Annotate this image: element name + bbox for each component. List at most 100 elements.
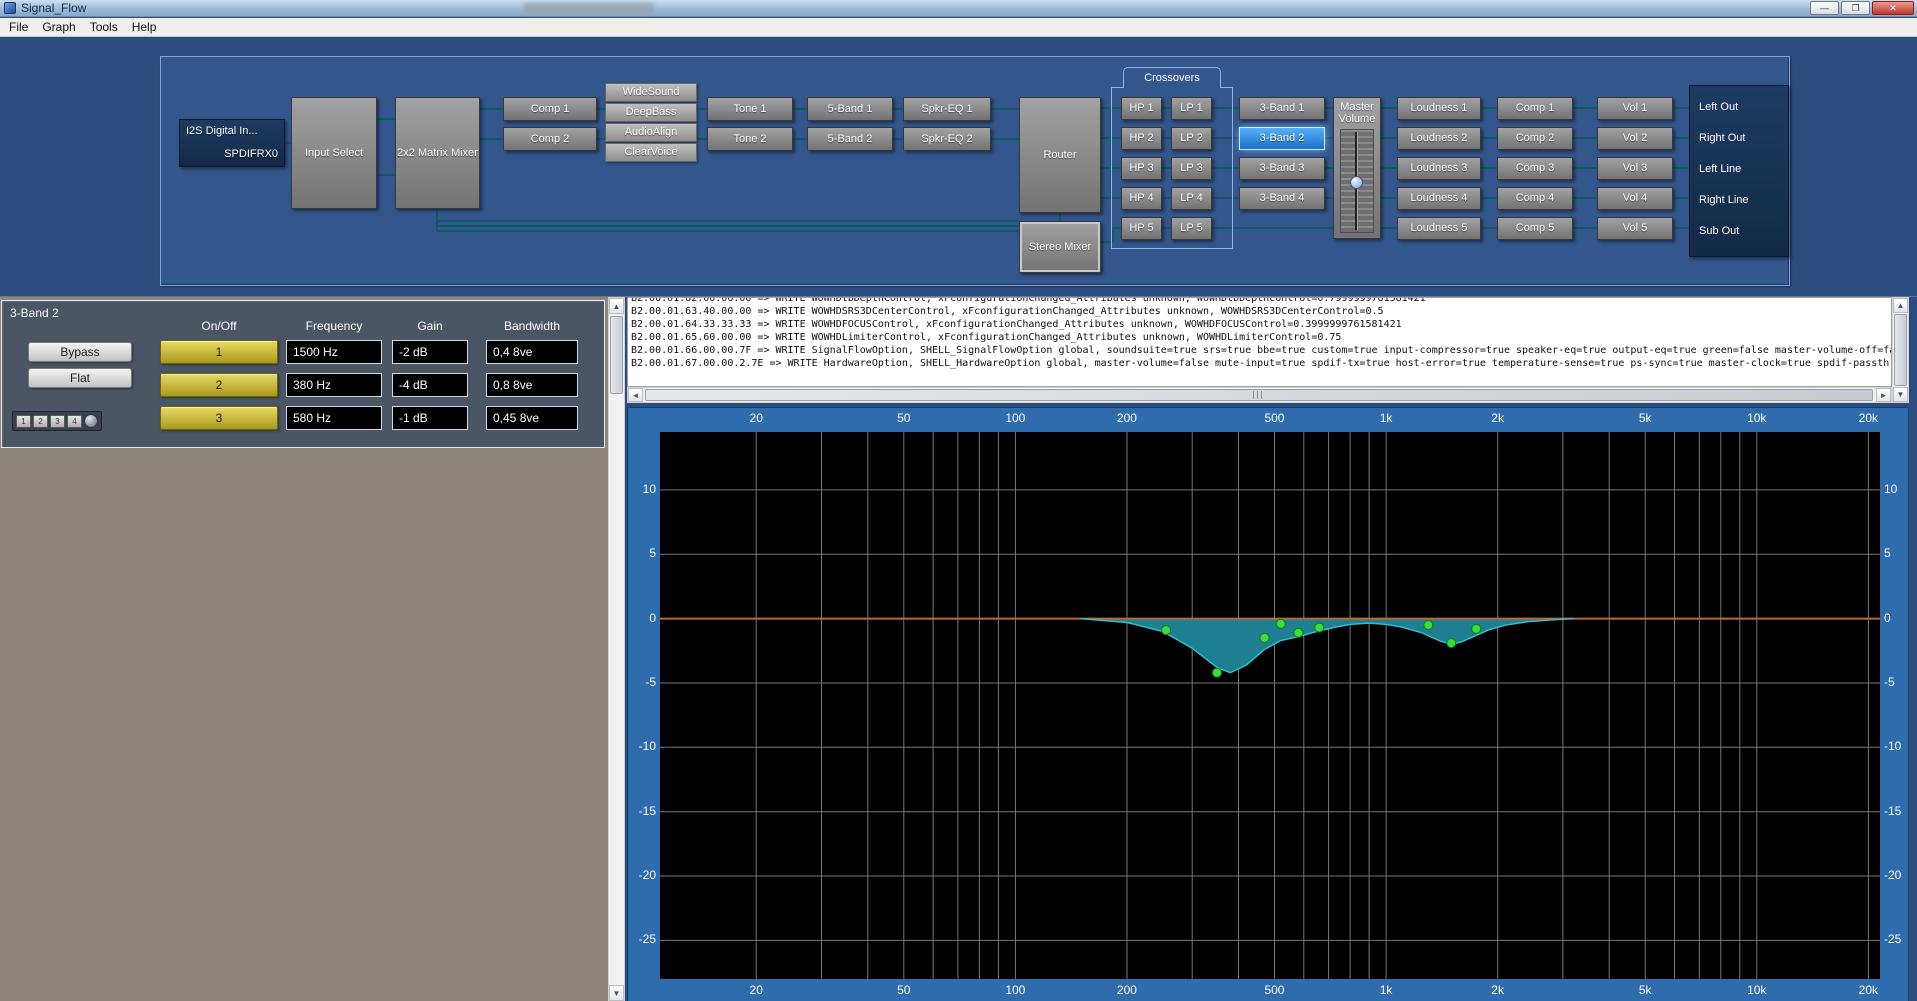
band-1-frequency[interactable]: 1500 Hz: [286, 340, 382, 364]
block-post-comp-4[interactable]: Comp 4: [1497, 187, 1573, 210]
band-1-gain[interactable]: -2 dB: [392, 340, 468, 364]
block-3band-4[interactable]: 3-Band 4: [1239, 187, 1325, 210]
block-hp-2[interactable]: HP 2: [1121, 127, 1162, 150]
preset-button-4[interactable]: 4: [67, 415, 82, 428]
block-lp-2[interactable]: LP 2: [1171, 127, 1212, 150]
block-pre-comp-2[interactable]: Comp 2: [503, 127, 597, 151]
block-hp-4[interactable]: HP 4: [1121, 187, 1162, 210]
master-volume-thumb[interactable]: [1350, 176, 1363, 189]
scroll-down-icon[interactable]: ▼: [609, 985, 624, 1001]
block-spkreq-2[interactable]: Spkr-EQ 2: [903, 127, 991, 151]
eq-control-point[interactable]: [1294, 628, 1303, 637]
bypass-button[interactable]: Bypass: [28, 342, 132, 362]
eq-control-point[interactable]: [1162, 626, 1171, 635]
scroll-up-icon[interactable]: ▲: [1893, 298, 1908, 313]
band-2-frequency[interactable]: 380 Hz: [286, 373, 382, 397]
block-post-comp-1[interactable]: Comp 1: [1497, 97, 1573, 120]
block-loudness-2[interactable]: Loudness 2: [1397, 127, 1481, 150]
eq-control-point[interactable]: [1213, 668, 1222, 677]
block-3band-2[interactable]: 3-Band 2: [1239, 127, 1325, 150]
block-matrix-mixer[interactable]: 2x2 Matrix Mixer: [395, 97, 480, 209]
preset-button-2[interactable]: 2: [33, 415, 48, 428]
output-4[interactable]: Right Line: [1690, 184, 1788, 215]
block-effect-deepbass[interactable]: DeepBass: [605, 103, 697, 122]
band-3-bandwidth[interactable]: 0,45 8ve: [486, 406, 578, 430]
maximize-button[interactable]: ❐: [1841, 1, 1870, 15]
block-effect-widesound[interactable]: WideSound: [605, 83, 697, 102]
output-2[interactable]: Right Out: [1690, 122, 1788, 153]
titlebar[interactable]: Signal_Flow — ❐ ✕: [0, 0, 1917, 17]
block-3band-3[interactable]: 3-Band 3: [1239, 157, 1325, 180]
scroll-left-icon[interactable]: ◄: [628, 388, 643, 402]
block-hp-1[interactable]: HP 1: [1121, 97, 1162, 120]
block-post-comp-2[interactable]: Comp 2: [1497, 127, 1573, 150]
block-loudness-1[interactable]: Loudness 1: [1397, 97, 1481, 120]
block-5band-2[interactable]: 5-Band 2: [807, 127, 893, 151]
block-loudness-4[interactable]: Loudness 4: [1397, 187, 1481, 210]
scroll-down-icon[interactable]: ▼: [1893, 387, 1908, 402]
message-log[interactable]: B2.00.01.62.00.00.00 => WRITE WOWHDtbDep…: [627, 297, 1892, 387]
output-5[interactable]: Sub Out: [1690, 215, 1788, 246]
eq-plot-area[interactable]: [660, 432, 1880, 979]
minimize-button[interactable]: —: [1810, 1, 1839, 15]
eq-control-point[interactable]: [1447, 639, 1456, 648]
log-vscrollbar[interactable]: ▲ ▼: [1892, 297, 1909, 403]
editor-vscrollbar[interactable]: ▲ ▼: [608, 297, 625, 1001]
block-3band-1[interactable]: 3-Band 1: [1239, 97, 1325, 120]
eq-graph[interactable]: 202050501001002002005005001k1k2k2k5k5k10…: [627, 407, 1909, 1001]
scroll-right-icon[interactable]: ►: [1876, 388, 1891, 402]
block-router[interactable]: Router: [1019, 97, 1101, 213]
block-tone-2[interactable]: Tone 2: [707, 127, 793, 151]
band-2-bandwidth[interactable]: 0,8 8ve: [486, 373, 578, 397]
block-loudness-5[interactable]: Loudness 5: [1397, 217, 1481, 240]
eq-control-point[interactable]: [1276, 619, 1285, 628]
block-lp-1[interactable]: LP 1: [1171, 97, 1212, 120]
band-2-gain[interactable]: -4 dB: [392, 373, 468, 397]
block-i2s-input[interactable]: I2S Digital In...SPDIFRX0: [179, 119, 285, 167]
block-effect-audioalign[interactable]: AudioAlign: [605, 123, 697, 142]
eq-control-point[interactable]: [1424, 621, 1433, 630]
band-2-toggle[interactable]: 2: [160, 373, 278, 397]
block-lp-4[interactable]: LP 4: [1171, 187, 1212, 210]
block-pre-comp-1[interactable]: Comp 1: [503, 97, 597, 121]
block-post-comp-3[interactable]: Comp 3: [1497, 157, 1573, 180]
block-master-volume[interactable]: Master Volume: [1333, 97, 1381, 239]
block-vol-3[interactable]: Vol 3: [1597, 157, 1673, 180]
band-3-gain[interactable]: -1 dB: [392, 406, 468, 430]
band-3-frequency[interactable]: 580 Hz: [286, 406, 382, 430]
menu-graph[interactable]: Graph: [35, 18, 82, 36]
block-loudness-3[interactable]: Loudness 3: [1397, 157, 1481, 180]
block-tone-1[interactable]: Tone 1: [707, 97, 793, 121]
block-hp-3[interactable]: HP 3: [1121, 157, 1162, 180]
preset-button-1[interactable]: 1: [16, 415, 31, 428]
band-3-toggle[interactable]: 3: [160, 406, 278, 430]
block-vol-5[interactable]: Vol 5: [1597, 217, 1673, 240]
block-lp-5[interactable]: LP 5: [1171, 217, 1212, 240]
menu-tools[interactable]: Tools: [83, 18, 125, 36]
eq-control-point[interactable]: [1315, 623, 1324, 632]
scroll-up-icon[interactable]: ▲: [609, 298, 624, 314]
block-spkreq-1[interactable]: Spkr-EQ 1: [903, 97, 991, 121]
band-1-toggle[interactable]: 1: [160, 340, 278, 364]
block-input-select[interactable]: Input Select: [291, 97, 377, 209]
editor-vscroll-thumb[interactable]: [610, 316, 623, 394]
band-1-bandwidth[interactable]: 0,4 8ve: [486, 340, 578, 364]
block-hp-5[interactable]: HP 5: [1121, 217, 1162, 240]
eq-control-point[interactable]: [1472, 624, 1481, 633]
eq-control-point[interactable]: [1260, 633, 1269, 642]
block-lp-3[interactable]: LP 3: [1171, 157, 1212, 180]
master-volume-slider[interactable]: [1340, 129, 1374, 233]
eq-graph-svg[interactable]: [660, 432, 1880, 979]
close-button[interactable]: ✕: [1872, 1, 1914, 15]
log-vscroll-thumb[interactable]: [1894, 314, 1907, 386]
block-vol-2[interactable]: Vol 2: [1597, 127, 1673, 150]
block-vol-4[interactable]: Vol 4: [1597, 187, 1673, 210]
block-effect-clearvoice[interactable]: ClearVoice: [605, 143, 697, 162]
block-vol-1[interactable]: Vol 1: [1597, 97, 1673, 120]
preset-knob-icon[interactable]: [84, 414, 98, 428]
block-post-comp-5[interactable]: Comp 5: [1497, 217, 1573, 240]
log-hscrollbar[interactable]: ◄ ►: [627, 387, 1892, 403]
block-5band-1[interactable]: 5-Band 1: [807, 97, 893, 121]
menu-help[interactable]: Help: [125, 18, 164, 36]
menu-file[interactable]: File: [2, 18, 35, 36]
